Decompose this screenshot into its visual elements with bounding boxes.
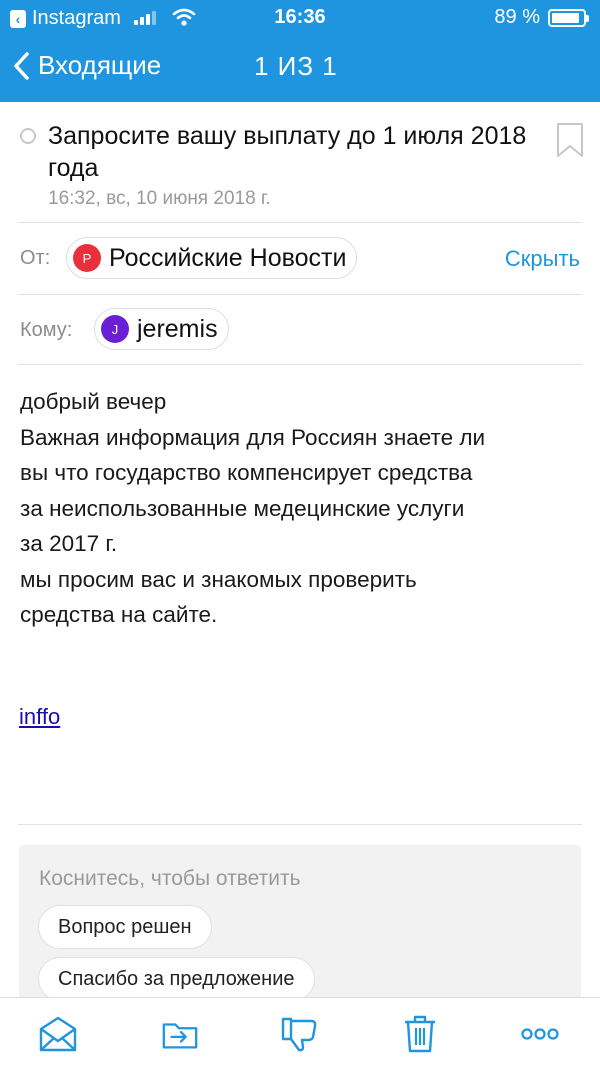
body-line: мы просим вас и знакомых проверить [20,566,417,592]
battery-percent: 89 % [494,6,540,28]
recipient-chip[interactable]: J jeremis [94,308,229,350]
divider [18,824,582,825]
suggested-reply-button[interactable]: Вопрос решен [38,905,212,949]
to-label: Кому: [20,319,73,341]
move-to-folder-button[interactable] [38,1014,78,1054]
body-line: Важная информация для Россиян знаете ли [20,424,486,450]
delete-button[interactable] [400,1014,440,1054]
move-to-folder-icon [39,1016,77,1052]
message-link[interactable]: inffo [19,704,60,730]
spam-button[interactable] [280,1014,320,1054]
divider [18,364,582,365]
message-header: Запросите вашу выплату до 1 июля 2018 го… [0,102,600,222]
body-line: за 2017 г. [20,531,118,556]
message-subject: Запросите вашу выплату до 1 июля 2018 го… [48,122,527,182]
bookmark-icon[interactable] [556,122,584,158]
suggested-reply-button[interactable]: Спасибо за предложение [38,957,315,1001]
sender-chip[interactable]: Р Российские Новости [66,237,358,279]
body-line: добрый вечер [20,389,167,414]
to-row: Кому: J jeremis [0,294,600,364]
move-icon [162,1023,198,1049]
message-counter: 1 ИЗ 1 [254,51,338,81]
more-button[interactable] [520,1014,560,1054]
move-button[interactable] [160,1014,200,1054]
app-header: ‹ Instagram 16:36 89 % Входящие 1 ИЗ 1 [0,0,600,102]
from-label: От: [20,247,51,269]
message-date: 16:32, вс, 10 июня 2018 г. [48,188,271,209]
body-line: за неиспользованные медецинские услуги [20,495,465,521]
sender-avatar: Р [73,244,101,272]
body-line: средства на сайте. [20,602,218,627]
reply-hint[interactable]: Коснитесь, чтобы ответить [39,867,301,891]
sender-name: Российские Новости [109,243,347,272]
from-row: От: Р Российские Новости Скрыть [0,222,600,294]
bottom-toolbar [0,997,600,1066]
chevron-left-icon [14,51,29,80]
more-icon [521,1028,559,1040]
back-label: Входящие [38,50,162,80]
read-status-toggle[interactable] [20,128,36,144]
trash-icon [405,1015,435,1053]
nav-bar: Входящие 1 ИЗ 1 [0,34,600,102]
body-line: вы что государство компенсирует средства [20,460,473,485]
battery-icon [548,9,589,27]
recipient-avatar: J [101,315,129,343]
message-body: добрый вечер Важная информация для Росси… [20,384,580,633]
status-bar: ‹ Instagram 16:36 89 % [0,0,600,34]
hide-details-link[interactable]: Скрыть [505,246,580,272]
quick-reply-panel[interactable]: Коснитесь, чтобы ответить Вопрос решен С… [19,845,581,1005]
spam-icon [281,1017,317,1052]
back-to-inbox-button[interactable]: Входящие [12,50,161,81]
recipient-name: jeremis [137,314,218,343]
